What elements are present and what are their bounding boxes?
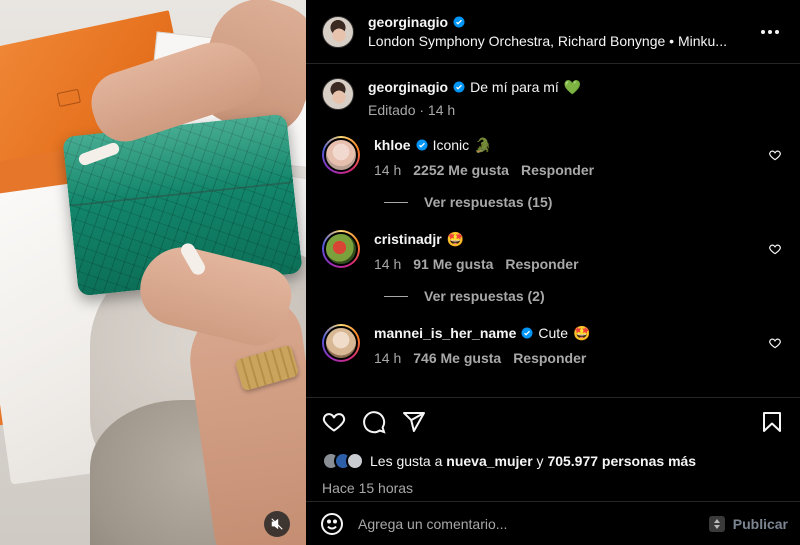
comment-likes[interactable]: 2252 Me gusta xyxy=(413,162,509,178)
comment-time[interactable]: 14 h xyxy=(374,162,401,178)
comment-input[interactable] xyxy=(358,515,709,532)
caption-meta: Editado · 14 h xyxy=(368,102,456,118)
comments-list[interactable]: georginagio De mí para mí 💚 Editado · 14… xyxy=(306,64,800,397)
comment-username[interactable]: cristinadjr xyxy=(374,230,442,248)
avatar[interactable] xyxy=(322,78,354,110)
heart-icon[interactable] xyxy=(768,336,782,350)
heart-icon[interactable] xyxy=(768,148,782,162)
post-header: georginagio London Symphony Orchestra, R… xyxy=(306,0,800,64)
comment-emoji: 🤩 xyxy=(572,325,591,341)
comment-icon[interactable] xyxy=(362,410,386,434)
comment-item: cristinadjr 🤩 14 h 91 Me gusta Responder xyxy=(322,230,786,272)
bookmark-icon[interactable] xyxy=(760,410,784,434)
post-time[interactable]: Hace 15 horas xyxy=(322,480,786,496)
avatar[interactable] xyxy=(322,324,360,362)
post-media-video[interactable] xyxy=(0,0,306,545)
caption-username[interactable]: georginagio xyxy=(368,78,448,96)
comment-composer: Publicar xyxy=(306,501,800,545)
avatar[interactable] xyxy=(322,230,360,268)
instagram-post-modal: georginagio London Symphony Orchestra, R… xyxy=(0,0,800,545)
comment-emoji: 🐊 xyxy=(474,137,492,153)
verified-badge-icon xyxy=(453,16,465,28)
heart-icon[interactable] xyxy=(322,410,346,434)
avatar[interactable] xyxy=(322,136,360,174)
verified-badge-icon xyxy=(416,139,428,151)
comment-text: Iconic xyxy=(432,137,470,153)
comment-likes[interactable]: 746 Me gusta xyxy=(413,350,501,366)
caption: georginagio De mí para mí 💚 Editado · 14… xyxy=(322,78,786,118)
verified-badge-icon xyxy=(521,327,533,339)
view-replies-button[interactable]: Ver respuestas (2) xyxy=(384,288,786,304)
likes-summary[interactable]: Les gusta a nueva_mujer y 705.977 person… xyxy=(322,452,786,470)
reply-button[interactable]: Responder xyxy=(513,350,586,366)
comment-username[interactable]: khloe xyxy=(374,136,411,154)
comment-text: Cute xyxy=(538,325,568,341)
caption-text: De mí para mí xyxy=(470,79,559,95)
verified-badge-icon xyxy=(453,81,465,93)
liker-username[interactable]: nueva_mujer xyxy=(446,453,532,469)
muted-speaker-icon xyxy=(271,518,283,530)
comment-time[interactable]: 14 h xyxy=(374,350,401,366)
audio-credit[interactable]: London Symphony Orchestra, Richard Bonyn… xyxy=(368,33,753,49)
comment-item: khloe Iconic 🐊 14 h 2252 Me gusta Respon… xyxy=(322,136,786,178)
comment-username[interactable]: mannei_is_her_name xyxy=(374,324,516,342)
heart-icon[interactable] xyxy=(768,242,782,256)
comment-emoji: 🤩 xyxy=(446,231,465,247)
mute-button[interactable] xyxy=(264,511,290,537)
send-icon[interactable] xyxy=(402,410,426,434)
green-heart-emoji: 💚 xyxy=(563,79,582,95)
reply-button[interactable]: Responder xyxy=(521,162,594,178)
sort-arrow-icon xyxy=(708,515,725,532)
view-replies-button[interactable]: Ver respuestas (15) xyxy=(384,194,786,210)
liker-avatars xyxy=(322,452,364,470)
avatar[interactable] xyxy=(322,15,354,48)
likes-count[interactable]: 705.977 personas más xyxy=(547,453,696,469)
author-username[interactable]: georginagio xyxy=(368,14,448,30)
more-horizontal-icon xyxy=(761,29,779,34)
reply-button[interactable]: Responder xyxy=(505,256,578,272)
action-bar: Les gusta a nueva_mujer y 705.977 person… xyxy=(306,397,800,496)
post-comment-button[interactable]: Publicar xyxy=(733,516,788,532)
post-panel: georginagio London Symphony Orchestra, R… xyxy=(306,0,800,545)
comment-time[interactable]: 14 h xyxy=(374,256,401,272)
emoji-icon[interactable] xyxy=(320,512,344,536)
comment-likes[interactable]: 91 Me gusta xyxy=(413,256,493,272)
more-options-button[interactable] xyxy=(758,20,782,44)
comment-item: mannei_is_her_name Cute 🤩 14 h 746 Me gu… xyxy=(322,324,786,366)
